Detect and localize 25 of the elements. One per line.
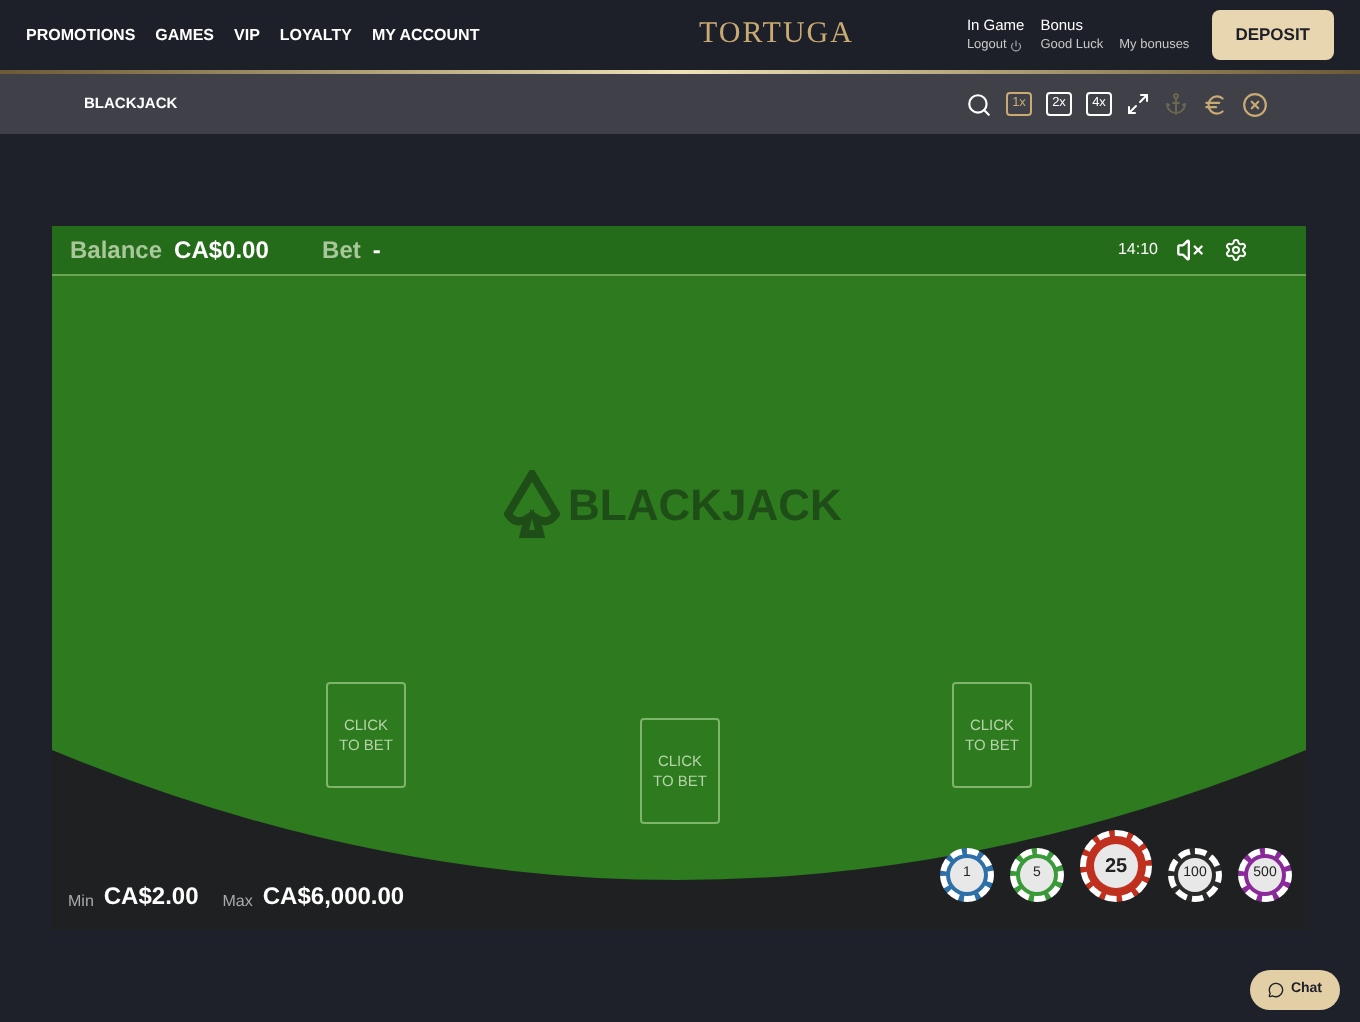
max-label: Max xyxy=(222,890,253,914)
mute-icon[interactable] xyxy=(1176,236,1204,264)
search-icon[interactable] xyxy=(966,91,992,117)
max-value: CA$6,000.00 xyxy=(262,880,405,914)
nav-link[interactable]: MY ACCOUNT xyxy=(371,23,480,47)
bet-label: Bet xyxy=(322,234,361,268)
spade-icon xyxy=(504,470,560,538)
min-label: Min xyxy=(68,890,94,914)
nav-link[interactable]: PROMOTIONS xyxy=(26,23,136,47)
logo[interactable]: TORTUGA xyxy=(698,12,854,58)
chat-icon xyxy=(1268,981,1285,998)
nav-link[interactable]: GAMES xyxy=(155,23,215,47)
nav-link[interactable]: VIP xyxy=(234,23,260,47)
deposit-button[interactable]: DEPOSIT xyxy=(1211,10,1334,60)
clock-time: 14:10 xyxy=(1117,238,1158,262)
bet-value: - xyxy=(372,234,383,268)
power-icon xyxy=(1010,40,1023,53)
fullscreen-icon[interactable] xyxy=(1126,92,1150,116)
close-icon[interactable] xyxy=(1242,91,1268,117)
settings-icon[interactable] xyxy=(1224,238,1248,262)
balance-value: CA$0.00 xyxy=(174,234,271,268)
nav-link[interactable]: LOYALTY xyxy=(279,23,352,47)
euro-icon[interactable] xyxy=(1202,91,1228,117)
min-value: CA$2.00 xyxy=(103,880,199,914)
balance-label: Balance xyxy=(70,234,163,268)
